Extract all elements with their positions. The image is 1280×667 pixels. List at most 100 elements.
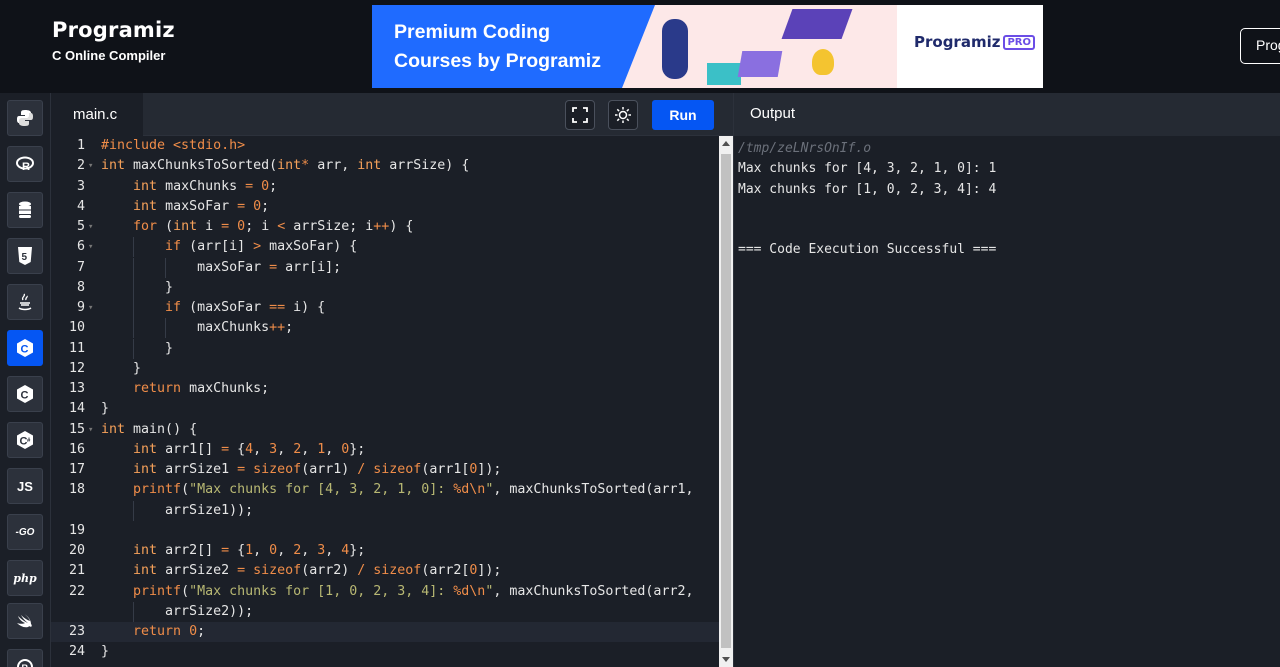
ad-logo-panel: Programiz PRO [897, 5, 1043, 88]
code-token: , maxChunksToSorted(arr1, [493, 482, 694, 498]
fold-arrow-icon[interactable]: ▾ [88, 420, 93, 440]
code-line[interactable]: 18 printf("Max chunks for [4, 3, 2, 1, 0… [51, 480, 719, 500]
c-icon[interactable]: C [7, 330, 43, 366]
database-icon[interactable] [7, 192, 43, 228]
brand[interactable]: Programiz C Online Compiler [52, 18, 175, 63]
code-token: , [253, 441, 270, 457]
code-token: arrSize2 [157, 563, 238, 579]
output-line: Max chunks for [1, 0, 2, 3, 4]: 4 [738, 181, 997, 197]
code-token: { [229, 441, 246, 457]
fold-arrow-icon[interactable]: ▾ [88, 217, 93, 237]
code-line[interactable]: 13 return maxChunks; [51, 379, 719, 399]
java-icon[interactable] [7, 284, 43, 320]
code-token: main() { [125, 421, 198, 437]
code-line[interactable]: 8 } [51, 277, 719, 298]
line-number: 3 [76, 178, 85, 194]
code-line[interactable]: 21 int arrSize2 = sizeof(arr2) / sizeof(… [51, 561, 719, 581]
code-line[interactable]: 17 int arrSize1 = sizeof(arr1) / sizeof(… [51, 460, 719, 480]
code-token: printf [133, 482, 182, 498]
code-text: return 0; [101, 622, 205, 642]
code-token: "Max chunks for [4, 3, 2, 1, 0]: [189, 482, 454, 498]
output-console[interactable]: /tmp/zeLNrsOnIf.o Max chunks for [4, 3, … [738, 139, 996, 261]
code-line[interactable]: 11 } [51, 338, 719, 359]
ad-banner[interactable]: Premium Coding Courses by Programiz Prog… [372, 5, 1043, 88]
programiz-pro-logo: Programiz PRO [914, 33, 1035, 51]
code-token: (arr[i] [181, 239, 254, 255]
code-token: arrSize; i [285, 219, 374, 234]
theme-toggle-button[interactable] [608, 100, 638, 130]
line-number: 8 [76, 279, 85, 295]
csharp-icon[interactable]: C # [7, 422, 43, 458]
scroll-down-arrow-icon[interactable] [722, 657, 730, 662]
cpp-icon[interactable]: C [7, 376, 43, 412]
code-line[interactable]: 1 #include <stdio.h> [51, 136, 719, 156]
r-icon[interactable]: R [7, 146, 43, 182]
code-line[interactable]: 16 int arr1[] = {4, 3, 2, 1, 0}; [51, 440, 719, 460]
code-line[interactable]: 24} [51, 642, 719, 662]
code-line[interactable]: 23 return 0; [51, 622, 719, 642]
code-text: } [101, 278, 173, 298]
code-line[interactable]: 3 int maxChunks = 0; [51, 177, 719, 197]
fold-arrow-icon[interactable]: ▾ [88, 298, 93, 318]
code-line[interactable]: arrSize2)); [51, 601, 719, 622]
code-line[interactable]: 12 } [51, 359, 719, 379]
code-token: ; [285, 320, 294, 336]
code-line[interactable]: 15 ▾ int main() { [51, 420, 719, 440]
code-token: %d\n [453, 583, 486, 599]
code-token: 0 [261, 178, 270, 194]
line-number: 13 [68, 381, 85, 396]
code-line[interactable]: 5 ▾ for (int i = 0; i < arrSize; i++) { [51, 217, 719, 237]
rust-icon[interactable]: R [7, 649, 43, 667]
swift-icon[interactable] [7, 603, 43, 639]
code-line[interactable]: 22 printf("Max chunks for [1, 0, 2, 3, 4… [51, 582, 719, 602]
code-token: } [101, 644, 110, 660]
programiz-logo[interactable]: Programiz [52, 18, 175, 42]
code-text: #include <stdio.h> [101, 136, 245, 156]
tab-main-c[interactable]: main.c [51, 93, 143, 136]
code-line[interactable]: 2 ▾ int maxChunksToSorted(int* arr, int ar… [51, 156, 719, 176]
php-icon[interactable]: php [7, 560, 43, 596]
code-token: = [237, 563, 246, 579]
code-token: arrSize) { [381, 158, 470, 174]
scroll-up-arrow-icon[interactable] [722, 141, 730, 146]
code-token: int [133, 543, 158, 558]
code-line[interactable]: 9 ▾ if (maxSoFar == i) { [51, 298, 719, 318]
code-token: ]); [477, 563, 502, 579]
programiz-pro-button[interactable]: Prog [1240, 28, 1280, 64]
code-token: ; [197, 624, 206, 639]
run-button[interactable]: Run [652, 100, 714, 130]
python-icon[interactable] [7, 100, 43, 136]
javascript-icon[interactable]: JS [7, 468, 43, 504]
code-token: , [253, 543, 270, 558]
code-line[interactable]: arrSize1)); [51, 500, 719, 521]
code-line[interactable]: 7 maxSoFar = arr[i]; [51, 257, 719, 278]
go-icon[interactable]: -GO [7, 514, 43, 550]
code-token: "Max chunks for [1, 0, 2, 3, 4]: [189, 583, 454, 599]
code-line[interactable]: 10 maxChunks++; [51, 318, 719, 339]
editor-scrollbar[interactable] [719, 136, 733, 667]
code-area[interactable]: 1 #include <stdio.h> 2 ▾ int maxChunksToSort… [51, 136, 719, 667]
code-line[interactable]: 20 int arr2[] = {1, 0, 2, 3, 4}; [51, 541, 719, 561]
code-line[interactable]: 4 int maxSoFar = 0; [51, 197, 719, 217]
scroll-thumb[interactable] [721, 154, 731, 648]
code-line[interactable]: 6 ▾ if (arr[i] > maxSoFar) { [51, 237, 719, 258]
fold-arrow-icon[interactable]: ▾ [88, 156, 93, 176]
code-token: arrSize1 [157, 462, 238, 477]
fold-arrow-icon[interactable]: ▾ [88, 237, 93, 257]
code-token: ) { [389, 219, 414, 234]
fullscreen-button[interactable] [565, 100, 595, 130]
code-line[interactable]: 14} [51, 399, 719, 419]
code-token: int [133, 563, 158, 579]
html5-icon[interactable]: 5 [7, 238, 43, 274]
line-number: 20 [68, 543, 85, 558]
code-line[interactable]: 19 [51, 521, 719, 541]
